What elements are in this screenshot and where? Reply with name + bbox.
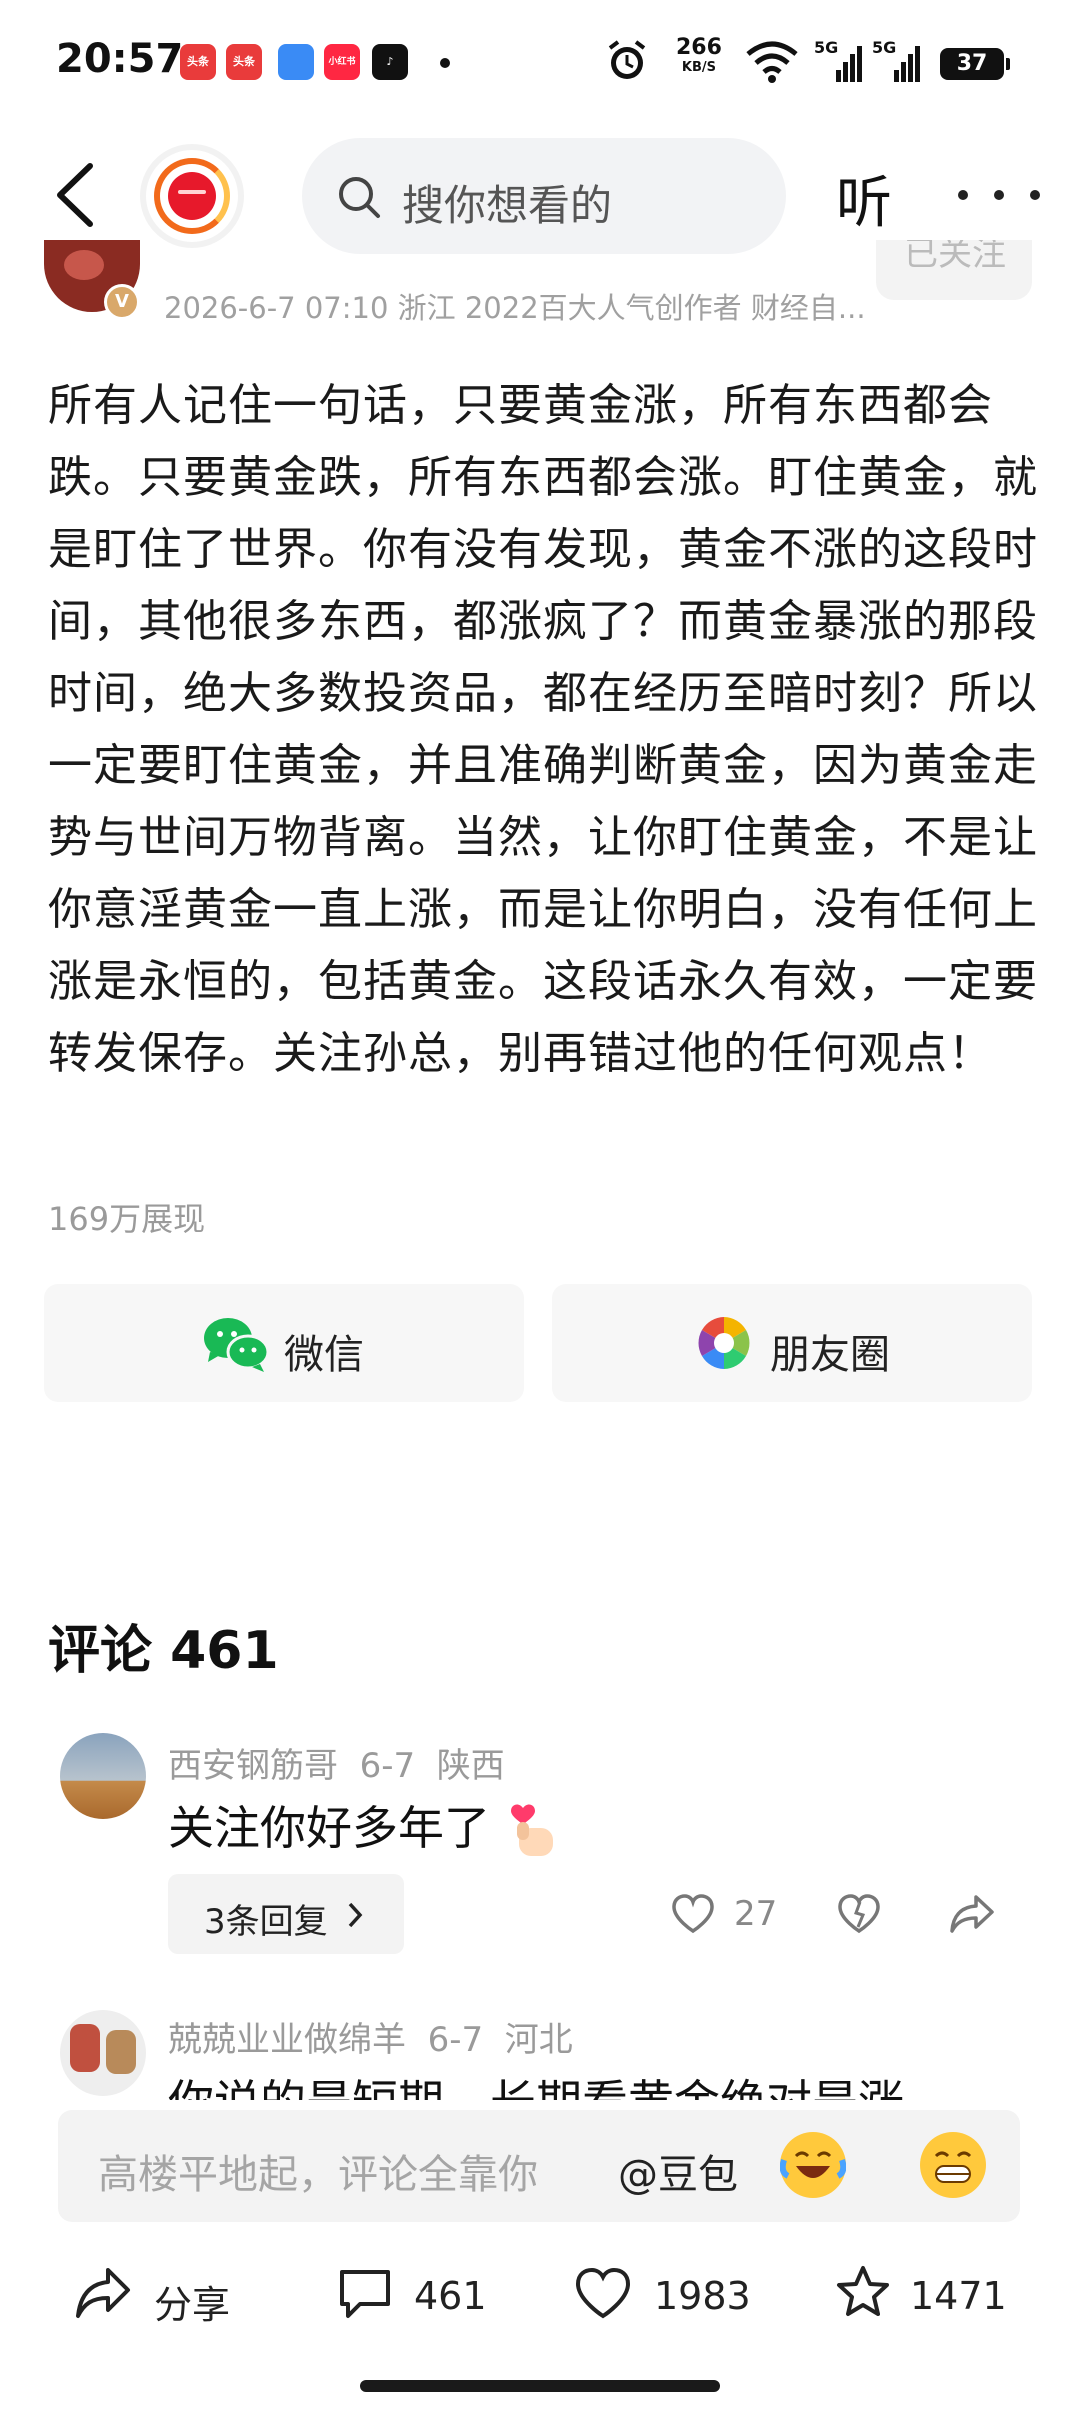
xiaohongshu-notification-icon: 小红书 — [324, 44, 360, 80]
signal-bars-icon — [836, 46, 862, 82]
post-content: 所有人记住一句话，只要黄金涨，所有东西都会跌。只要黄金跌，所有东西都会涨。盯住黄… — [48, 380, 1038, 1079]
view-replies-button[interactable]: 3条回复 — [168, 1874, 404, 1954]
commenter-avatar[interactable] — [60, 2010, 146, 2096]
alarm-icon — [608, 40, 646, 79]
commenter-avatar[interactable] — [60, 1733, 146, 1819]
home-indicator[interactable] — [360, 2380, 720, 2392]
laughing-tears-emoji-icon[interactable] — [779, 2132, 847, 2198]
favorite-button[interactable]: 1471 — [834, 2264, 1014, 2324]
network-speed: 266 KB/S — [676, 35, 722, 76]
heart-icon — [575, 2267, 631, 2319]
search-placeholder: 搜你想看的 — [402, 181, 613, 230]
comment-meta: 兢兢业业做绵羊 6-7 河北 — [168, 2020, 573, 2060]
comment-text-clip: 你说的是短期，长期看黄金绝对是涨 — [168, 2070, 1038, 2100]
more-options-icon[interactable] — [952, 190, 1052, 202]
post-meta: 2026-6-7 07:10 浙江 2022百大人气创作者 财经自... — [164, 291, 866, 325]
comment-meta: 西安钢筋哥 6-7 陕西 — [168, 1746, 505, 1786]
share-wechat-button[interactable]: 微信 — [44, 1284, 524, 1402]
tiktok-notification-icon: ♪ — [372, 44, 408, 80]
grinning-emoji-icon[interactable] — [920, 2132, 986, 2198]
star-icon — [837, 2266, 889, 2316]
verified-badge-icon: V — [104, 284, 140, 320]
comment-text: 关注你好多年了 — [168, 1792, 561, 1862]
wifi-icon — [746, 41, 798, 83]
share-button[interactable]: 分享 — [74, 2264, 244, 2327]
comment-like-count: 27 — [734, 1894, 778, 1934]
comment-share-icon[interactable] — [948, 1893, 996, 1935]
comment-like-icon[interactable] — [670, 1893, 716, 1935]
mention-doubao-button[interactable]: @豆包 — [618, 2142, 738, 2200]
share-icon — [76, 2268, 130, 2318]
bottom-action-bar: 分享 461 1983 1471 — [0, 2240, 1080, 2350]
search-icon — [339, 177, 380, 218]
more-notifications-dot — [440, 58, 450, 68]
comments-button[interactable]: 461 — [336, 2264, 487, 2324]
comment-input-placeholder: 高楼平地起，评论全靠你 — [98, 2152, 538, 2198]
comment-dislike-icon[interactable] — [836, 1893, 882, 1935]
status-time: 20:57 — [56, 36, 184, 82]
listen-button[interactable]: 听 — [836, 158, 892, 239]
chevron-right-icon — [348, 1902, 363, 1928]
follow-button[interactable]: 已关注 — [876, 240, 1032, 300]
toutiao-notification-icon: 头条 — [180, 44, 216, 80]
wechat-icon — [204, 1318, 270, 1372]
moments-icon — [698, 1317, 750, 1369]
comments-title: 评论 461 — [48, 1621, 279, 1681]
share-moments-button[interactable]: 朋友圈 — [552, 1284, 1032, 1402]
app-notification-icon — [278, 44, 314, 80]
share-wechat-label: 微信 — [284, 1332, 364, 1378]
status-bar: 20:57 头条 头条 小红书 ♪ 266 KB/S 5G 5G 37 — [0, 0, 1080, 120]
signal-bars-icon — [894, 46, 920, 82]
heart-hand-emoji-icon — [510, 1803, 553, 1856]
toutiao-notification-icon: 头条 — [226, 44, 262, 80]
back-arrow-icon[interactable] — [48, 160, 108, 230]
view-count: 169万展现 — [48, 1200, 206, 1238]
toutiao-logo[interactable] — [140, 144, 244, 248]
share-moments-label: 朋友圈 — [770, 1332, 890, 1378]
comment-icon — [340, 2270, 390, 2318]
like-button[interactable]: 1983 — [574, 2264, 754, 2324]
comment-input[interactable]: 高楼平地起，评论全靠你 @豆包 — [58, 2110, 1020, 2222]
search-box[interactable]: 搜你想看的 — [302, 138, 786, 254]
comment-text: 你说的是短期，长期看黄金绝对是涨 — [168, 2070, 904, 2100]
battery-icon: 37 — [940, 48, 1010, 80]
